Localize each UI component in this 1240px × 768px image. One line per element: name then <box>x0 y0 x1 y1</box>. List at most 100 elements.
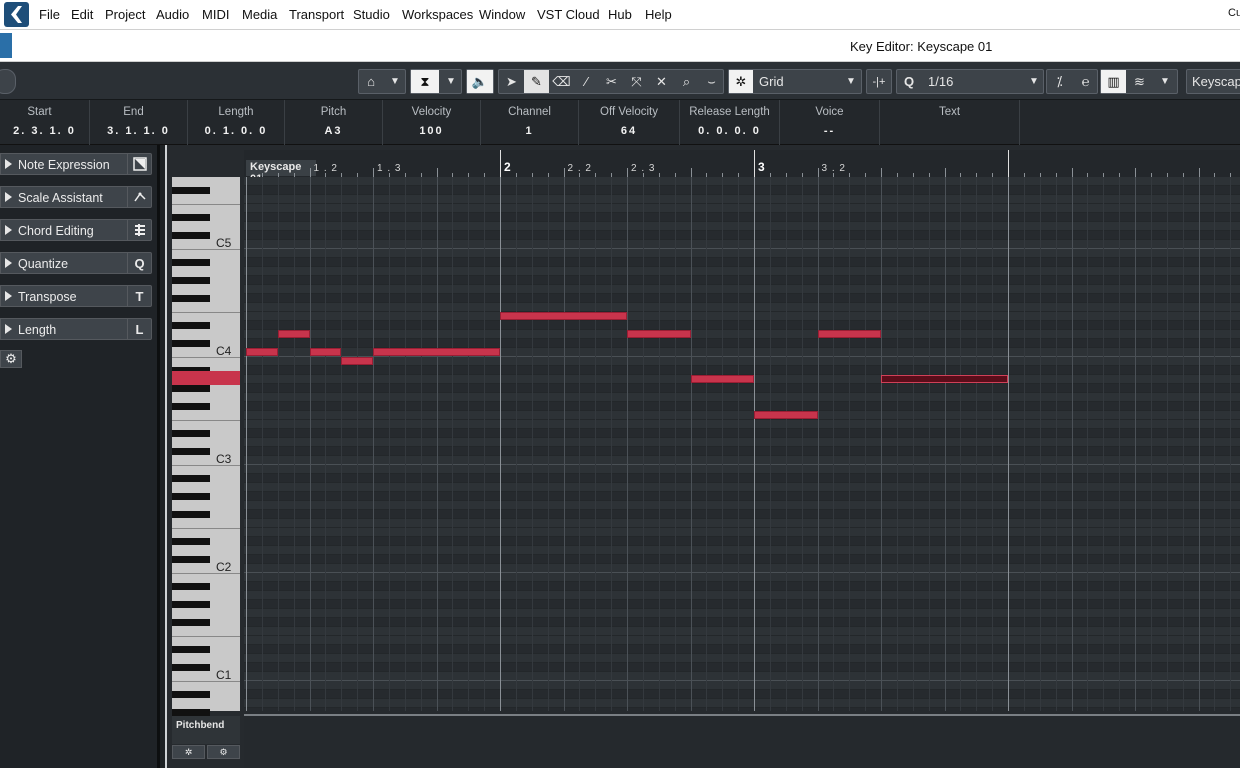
menu-help[interactable]: Help <box>645 7 672 22</box>
mute-icon[interactable]: ✕ <box>649 70 674 93</box>
info-voice[interactable]: Voice -- <box>780 100 880 145</box>
midi-note[interactable] <box>246 348 278 356</box>
track-name-field[interactable]: Keyscap <box>1186 69 1240 94</box>
grid-type-dropdown-icon[interactable]: ▼ <box>841 70 861 93</box>
inspector-chord-editing[interactable]: Chord Editing <box>0 219 152 241</box>
window-layout-dropdown-icon[interactable]: ▼ <box>1153 70 1177 93</box>
inspector-quantize[interactable]: Quantize Q <box>0 252 152 274</box>
gear-icon[interactable]: ⚙ <box>0 350 22 368</box>
info-text[interactable]: Text <box>880 100 1020 145</box>
draw-icon[interactable]: ✎ <box>524 70 549 93</box>
note-grid[interactable] <box>244 177 1240 711</box>
black-key[interactable] <box>172 322 210 329</box>
inspector-scale-assistant[interactable]: Scale Assistant <box>0 186 152 208</box>
info-velocity[interactable]: Velocity 100 <box>383 100 481 145</box>
info-pitch[interactable]: Pitch A3 <box>285 100 383 145</box>
ruler[interactable]: Keyscape 01 1 . 2 1 . 3 2 2 . 2 2 . 3 3 3 . 2 <box>244 150 1240 185</box>
black-key[interactable] <box>172 475 210 482</box>
midi-note[interactable] <box>373 348 500 356</box>
toolbar-left-toggle[interactable] <box>0 69 16 94</box>
trim-icon[interactable]: ⁄ <box>574 70 599 93</box>
menu-media[interactable]: Media <box>242 7 277 22</box>
black-key[interactable] <box>172 403 210 410</box>
black-key[interactable] <box>172 214 210 221</box>
quantize-icon[interactable]: Q <box>127 253 151 273</box>
black-key[interactable] <box>172 340 210 347</box>
length-icon[interactable]: L <box>127 319 151 339</box>
autoscroll-dropdown-icon[interactable]: ▼ <box>384 70 406 93</box>
black-key[interactable] <box>172 511 210 518</box>
acoustic-feedback-icon[interactable]: 🔈 <box>467 70 493 93</box>
snap-live-input-icon[interactable]: -|+ <box>867 70 891 93</box>
menu-window[interactable]: Window <box>479 7 525 22</box>
erase-icon[interactable]: ⌫ <box>549 70 574 93</box>
black-key[interactable] <box>172 601 210 608</box>
menu-project[interactable]: Project <box>105 7 145 22</box>
black-key[interactable] <box>172 430 210 437</box>
menu-studio[interactable]: Studio <box>353 7 390 22</box>
lane-snap-icon[interactable]: ✲ <box>172 745 205 759</box>
menu-hub[interactable]: Hub <box>608 7 632 22</box>
black-key[interactable] <box>172 493 210 500</box>
lane-settings-icon[interactable]: ⚙ <box>207 745 240 759</box>
controller-lane[interactable] <box>244 714 1240 768</box>
split-icon[interactable]: ✂ <box>599 70 624 93</box>
menu-audio[interactable]: Audio <box>156 7 189 22</box>
quantize-preset-icon[interactable]: Q <box>897 70 921 93</box>
midi-note[interactable] <box>341 357 373 365</box>
black-key[interactable] <box>172 259 210 266</box>
line-icon[interactable]: ⌣ <box>699 70 724 93</box>
midi-note[interactable] <box>817 330 881 338</box>
info-end[interactable]: End 3. 1. 1. 0 <box>90 100 188 145</box>
black-key[interactable] <box>172 277 210 284</box>
midi-note[interactable] <box>627 330 691 338</box>
black-key[interactable] <box>172 691 210 698</box>
menu-vst-cloud[interactable]: VST Cloud <box>537 7 600 22</box>
glue-icon[interactable]: ⤧ <box>624 70 649 93</box>
black-key[interactable] <box>172 583 210 590</box>
black-key[interactable] <box>172 385 210 392</box>
midi-note[interactable] <box>500 312 627 320</box>
chord-editing-icon[interactable] <box>127 220 151 240</box>
set-up-window-layout-icon[interactable]: ≋ <box>1127 70 1152 93</box>
inspector-length[interactable]: Length L <box>0 318 152 340</box>
controller-lane-label[interactable]: Pitchbend <box>172 716 240 744</box>
chord-track-follow-icon[interactable]: ℮ <box>1073 70 1098 93</box>
auto-scroll-icon[interactable]: ⌂ <box>359 70 383 93</box>
black-key[interactable] <box>172 187 210 194</box>
object-selection-icon[interactable]: ➤ <box>499 70 524 93</box>
black-key[interactable] <box>172 709 210 716</box>
window-layout-icon[interactable]: ▥ <box>1101 70 1126 93</box>
quantize-value[interactable]: 1/16 <box>928 74 953 89</box>
black-key[interactable] <box>172 664 210 671</box>
black-key[interactable] <box>172 295 210 302</box>
black-key[interactable] <box>172 448 210 455</box>
grid-type-label[interactable]: Grid <box>759 74 784 89</box>
info-length[interactable]: Length 0. 1. 0. 0 <box>188 100 285 145</box>
menu-midi[interactable]: MIDI <box>202 7 229 22</box>
black-key[interactable] <box>172 556 210 563</box>
quantize-dropdown-icon[interactable]: ▼ <box>1024 70 1044 93</box>
midi-note[interactable] <box>754 411 818 419</box>
transpose-icon[interactable]: T <box>127 286 151 306</box>
menu-edit[interactable]: Edit <box>71 7 93 22</box>
activate-part-icon[interactable]: ⧗ <box>411 70 439 93</box>
midi-note[interactable] <box>277 330 310 338</box>
midi-note[interactable] <box>309 348 342 356</box>
info-release-length[interactable]: Release Length 0. 0. 0. 0 <box>680 100 780 145</box>
scale-assistant-icon[interactable] <box>127 187 151 207</box>
activate-part-dropdown-icon[interactable]: ▼ <box>440 70 462 93</box>
note-expression-icon[interactable] <box>127 154 151 174</box>
menu-file[interactable]: File <box>39 7 60 22</box>
piano-keyboard[interactable]: C5 C4 C3 C2 C1 <box>172 177 240 716</box>
midi-note-selected[interactable] <box>881 375 1008 383</box>
info-start[interactable]: Start 2. 3. 1. 0 <box>0 100 90 145</box>
info-channel[interactable]: Channel 1 <box>481 100 579 145</box>
black-key[interactable] <box>172 619 210 626</box>
info-off-velocity[interactable]: Off Velocity 64 <box>579 100 680 145</box>
black-key[interactable] <box>172 646 210 653</box>
menu-transport[interactable]: Transport <box>289 7 344 22</box>
snap-icon[interactable]: ✲ <box>729 70 753 93</box>
menu-workspaces[interactable]: Workspaces <box>402 7 473 22</box>
iterative-quantize-icon[interactable]: ⁒ <box>1047 70 1072 93</box>
